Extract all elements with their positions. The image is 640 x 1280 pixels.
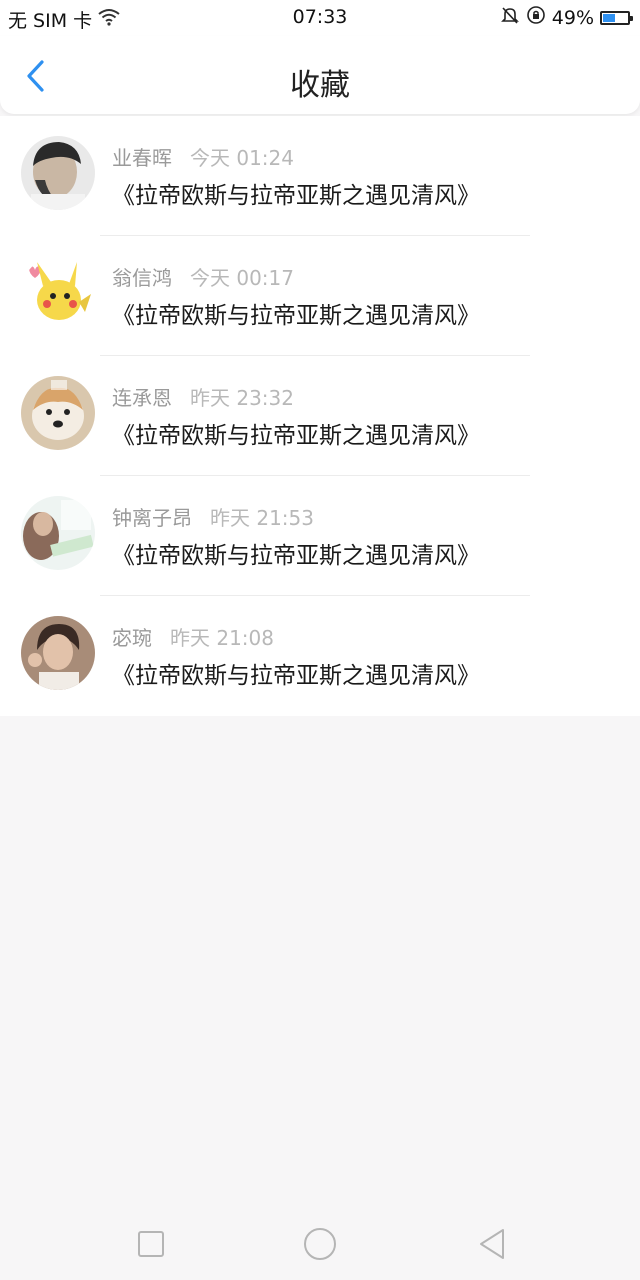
page-title: 收藏 bbox=[290, 68, 350, 103]
item-author: 业春晖 bbox=[112, 146, 172, 170]
battery-fill bbox=[603, 13, 615, 22]
item-author: 连承恩 bbox=[112, 386, 172, 410]
avatar[interactable] bbox=[21, 496, 95, 570]
item-meta: 业春晖 今天 01:24 bbox=[112, 142, 294, 171]
favorites-list: 业春晖 今天 01:24 《拉帝欧斯与拉帝亚斯之遇见清风》 翁信鸿 今天 00:… bbox=[0, 116, 640, 716]
recents-button[interactable] bbox=[129, 1222, 173, 1266]
avatar[interactable] bbox=[21, 136, 95, 210]
item-author: 翁信鸿 bbox=[112, 266, 172, 290]
battery-percent: 49% bbox=[551, 6, 594, 29]
item-meta: 翁信鸿 今天 00:17 bbox=[112, 262, 294, 291]
list-item[interactable]: 宓琬 昨天 21:08 《拉帝欧斯与拉帝亚斯之遇见清风》 bbox=[0, 596, 640, 716]
item-time: 今天 01:24 bbox=[190, 146, 294, 170]
item-title: 《拉帝欧斯与拉帝亚斯之遇见清风》 bbox=[112, 303, 480, 329]
avatar[interactable] bbox=[21, 376, 95, 450]
list-item[interactable]: 业春晖 今天 01:24 《拉帝欧斯与拉帝亚斯之遇见清风》 bbox=[0, 116, 640, 236]
item-title: 《拉帝欧斯与拉帝亚斯之遇见清风》 bbox=[112, 543, 480, 569]
item-meta: 钟离子昂 昨天 21:53 bbox=[112, 502, 314, 531]
back-triangle-icon bbox=[480, 1229, 504, 1259]
screen: 无 SIM 卡 07:33 49% 收藏 业春晖 今天 01:24 《拉帝欧斯与… bbox=[0, 0, 640, 1280]
item-time: 今天 00:17 bbox=[190, 266, 294, 290]
item-time: 昨天 21:08 bbox=[170, 626, 274, 650]
list-item[interactable]: 连承恩 昨天 23:32 《拉帝欧斯与拉帝亚斯之遇见清风》 bbox=[0, 356, 640, 476]
item-time: 昨天 21:53 bbox=[210, 506, 314, 530]
item-title: 《拉帝欧斯与拉帝亚斯之遇见清风》 bbox=[112, 423, 480, 449]
nav-bar bbox=[0, 1208, 640, 1280]
item-meta: 宓琬 昨天 21:08 bbox=[112, 622, 274, 651]
mute-bell-icon bbox=[500, 5, 520, 30]
status-bar: 无 SIM 卡 07:33 49% bbox=[0, 0, 640, 36]
battery-icon bbox=[600, 10, 633, 25]
status-right: 49% bbox=[500, 5, 633, 30]
avatar[interactable] bbox=[21, 616, 95, 690]
item-title: 《拉帝欧斯与拉帝亚斯之遇见清风》 bbox=[112, 663, 480, 689]
header: 收藏 bbox=[0, 36, 640, 114]
rotation-lock-icon bbox=[526, 5, 546, 30]
home-button[interactable] bbox=[298, 1222, 342, 1266]
list-item[interactable]: 翁信鸿 今天 00:17 《拉帝欧斯与拉帝亚斯之遇见清风》 bbox=[0, 236, 640, 356]
recents-square-icon bbox=[138, 1231, 164, 1257]
item-meta: 连承恩 昨天 23:32 bbox=[112, 382, 294, 411]
avatar[interactable] bbox=[21, 256, 95, 330]
item-author: 钟离子昂 bbox=[112, 506, 192, 530]
item-time: 昨天 23:32 bbox=[190, 386, 294, 410]
item-title: 《拉帝欧斯与拉帝亚斯之遇见清风》 bbox=[112, 183, 480, 209]
back-nav-button[interactable] bbox=[470, 1222, 514, 1266]
item-author: 宓琬 bbox=[112, 626, 152, 650]
list-item[interactable]: 钟离子昂 昨天 21:53 《拉帝欧斯与拉帝亚斯之遇见清风》 bbox=[0, 476, 640, 596]
home-circle-icon bbox=[304, 1228, 336, 1260]
